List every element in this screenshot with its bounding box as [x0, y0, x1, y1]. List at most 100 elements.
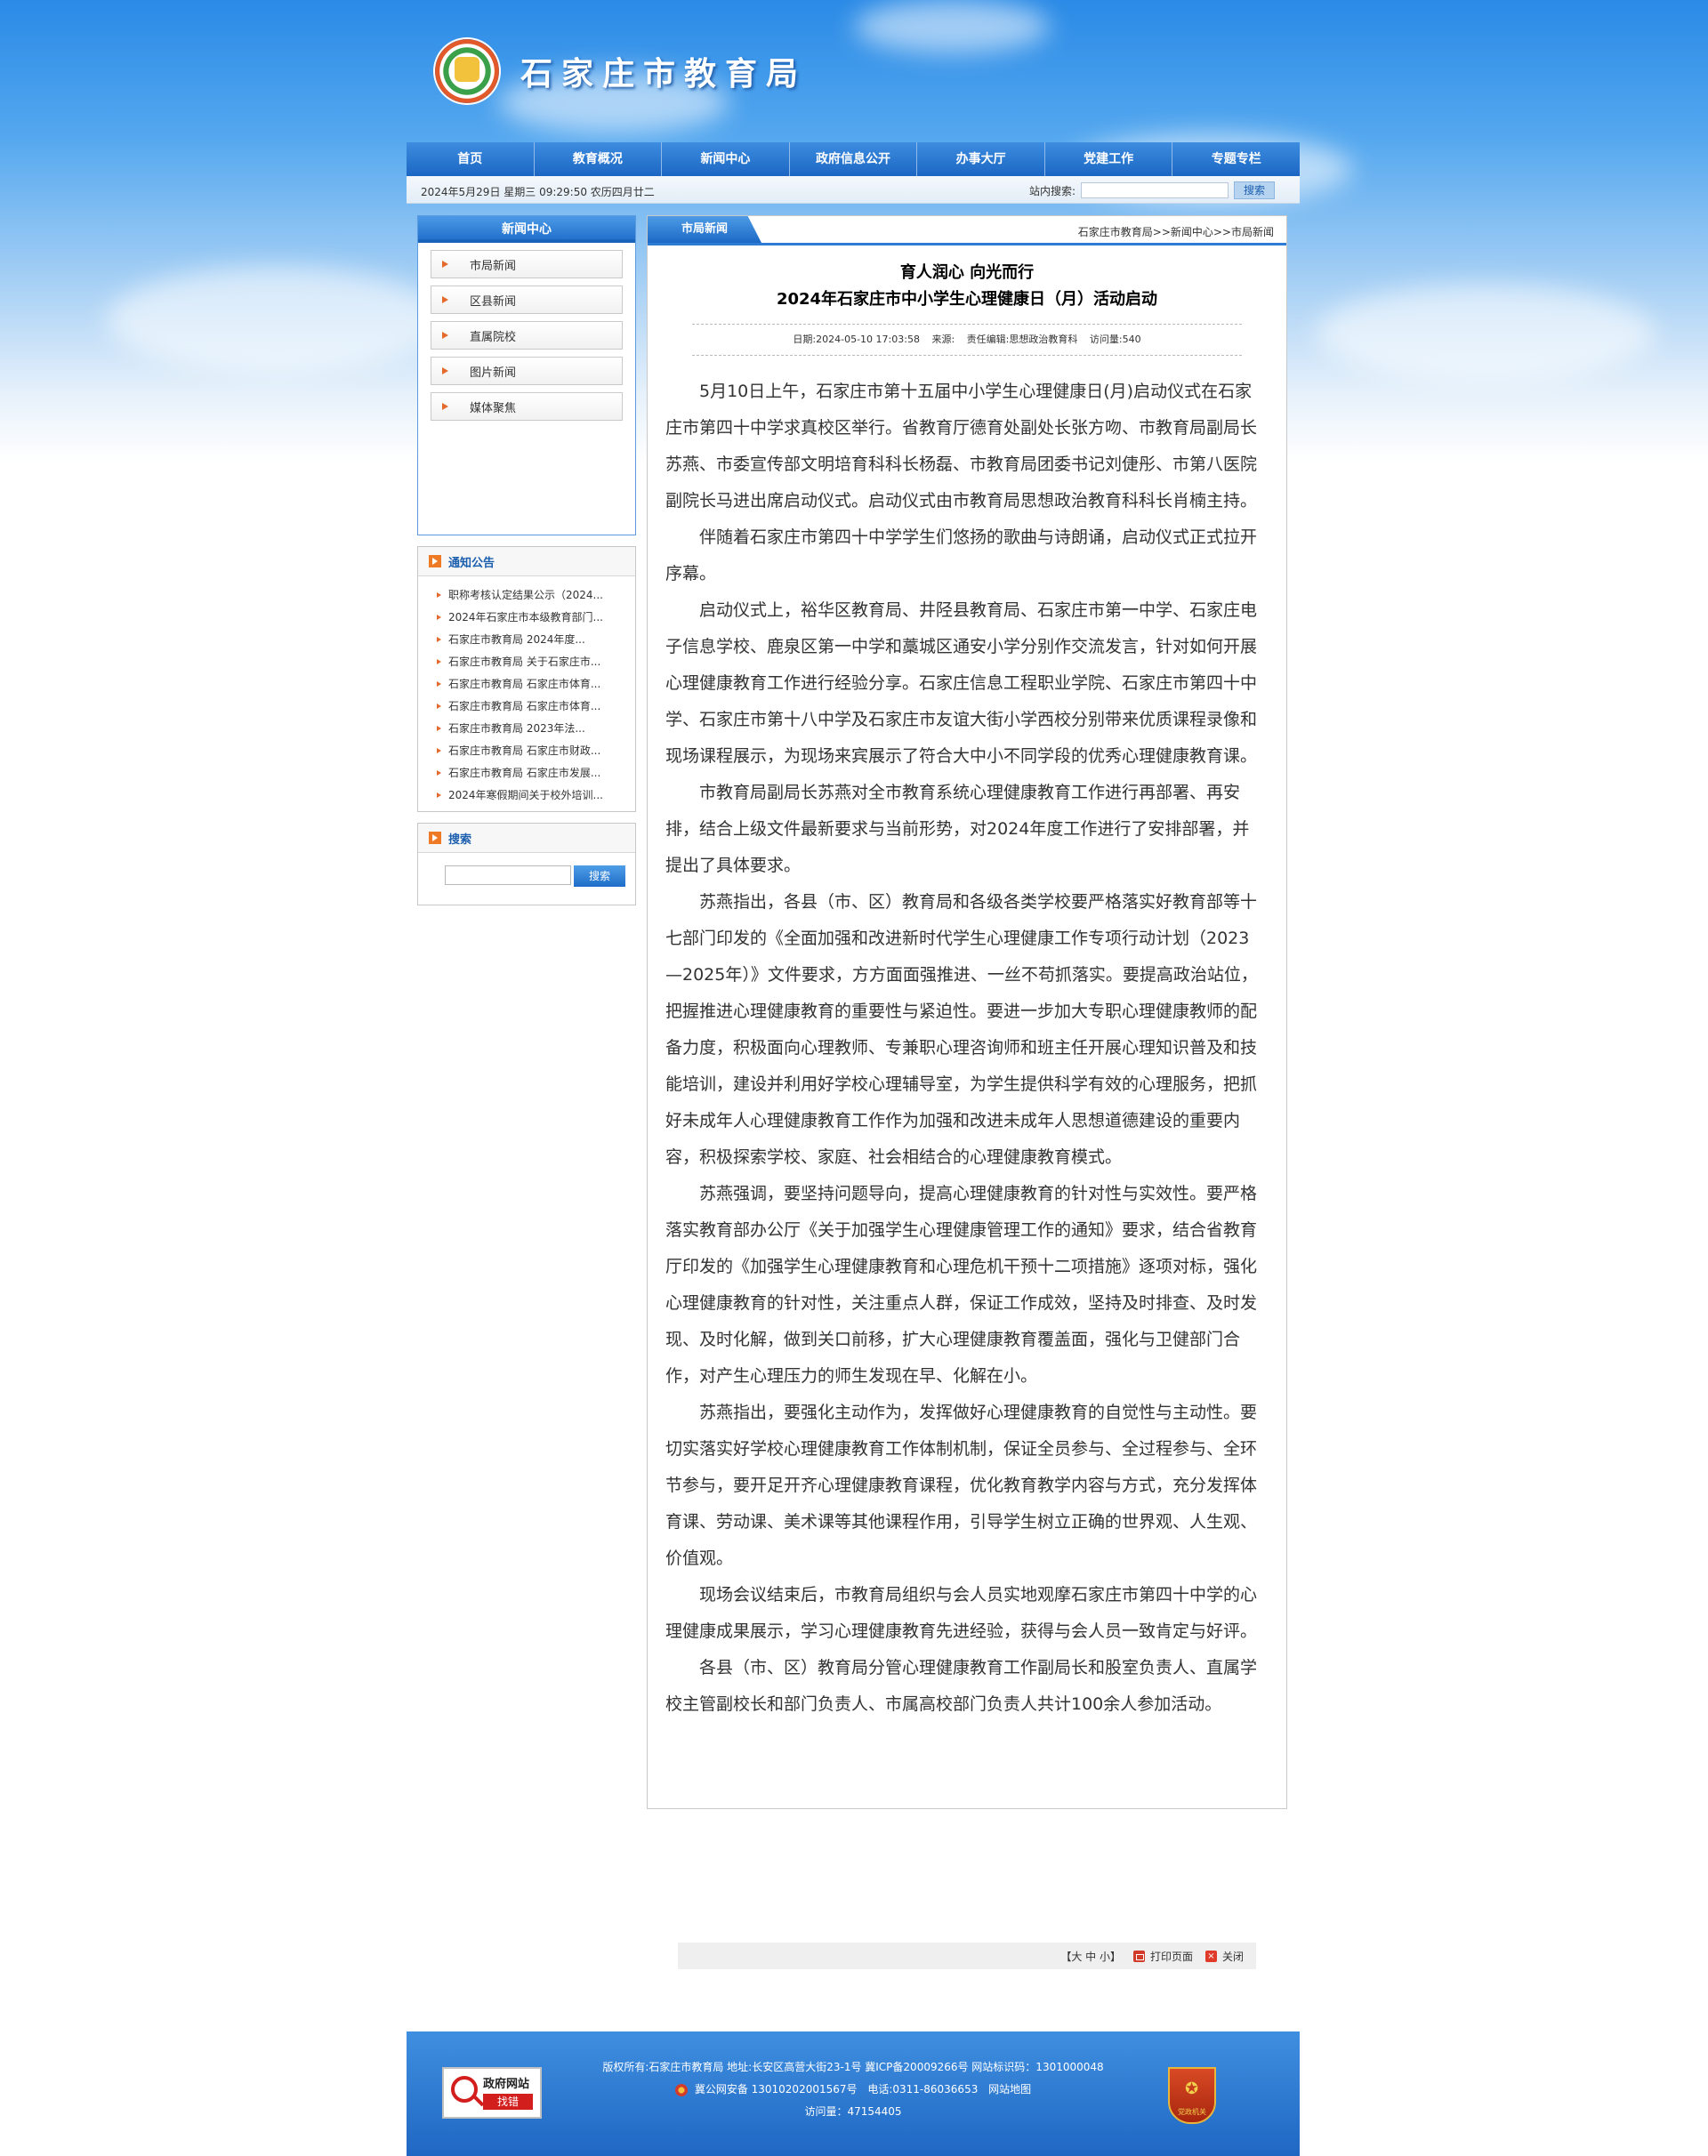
site-search-input[interactable] — [1081, 182, 1229, 198]
list-item[interactable]: 2024年石家庄市本级教育部门... — [418, 606, 635, 628]
notice-text: 石家庄市教育局 2023年法... — [448, 722, 585, 735]
nav-party[interactable]: 党建工作 — [1045, 142, 1173, 176]
article-paragraph: 苏燕指出，要强化主动作为，发挥做好心理健康教育的自觉性与主动性。要切实落实好学校… — [665, 1403, 1258, 1568]
site-name: 石家庄市教育局 — [520, 55, 808, 93]
list-item[interactable]: 石家庄市教育局 石家庄市体育... — [418, 695, 635, 717]
article-source: 来源: — [931, 334, 955, 345]
nav-news[interactable]: 新闻中心 — [662, 142, 790, 176]
bullet-icon — [437, 725, 441, 731]
footer-visits: 访问量：47154405 — [804, 2105, 902, 2118]
arrow-right-icon — [442, 261, 448, 268]
nav-topics[interactable]: 专题专栏 — [1172, 142, 1300, 176]
notice-text: 2024年寒假期间关于校外培训... — [448, 789, 603, 801]
site-footer: 政府网站 找错 版权所有:石家庄市教育局 地址:长安区高营大街23-1号 冀IC… — [407, 2031, 1300, 2156]
list-item[interactable]: 石家庄市教育局 石家庄市体育... — [418, 672, 635, 695]
notice-text: 石家庄市教育局 石家庄市财政... — [448, 744, 601, 757]
search-title: 搜索 — [448, 833, 472, 847]
article-paragraph: 启动仪式上，裕华区教育局、井陉县教育局、石家庄市第一中学、石家庄电子信息学校、鹿… — [665, 600, 1258, 766]
sidebar-item-photo-news[interactable]: 图片新闻 — [431, 357, 623, 385]
article-toolbar: 【大 中 小】 打印页面 × 关闭 — [678, 1943, 1256, 1969]
info-bar: 2024年5月29日 星期三 09:29:50 农历四月廿二 站内搜索: 搜索 — [407, 176, 1300, 204]
sidebar-item-city-news[interactable]: 市局新闻 — [431, 250, 623, 278]
tab-city-news[interactable]: 市局新闻 — [648, 216, 761, 243]
close-icon: × — [1204, 1950, 1217, 1962]
site-search-label: 站内搜索: — [1028, 184, 1076, 197]
site-search: 站内搜索: 搜索 — [1029, 181, 1275, 199]
list-item[interactable]: 石家庄市教育局 2023年法... — [418, 717, 635, 739]
nav-services[interactable]: 办事大厅 — [917, 142, 1045, 176]
party-badge-text: 党政机关 — [1178, 2108, 1206, 2116]
article-editor: 责任编辑:思想政治教育科 — [966, 334, 1078, 345]
footer-phone: 电话:0311-86036653 — [867, 2083, 979, 2096]
divider — [692, 355, 1242, 356]
close-label: 关闭 — [1221, 1950, 1244, 1963]
nav-gov-info[interactable]: 政府信息公开 — [790, 142, 918, 176]
bullet-icon — [437, 747, 441, 753]
sidebar-item-label: 图片新闻 — [470, 366, 517, 380]
main-nav: 首页 教育概况 新闻中心 政府信息公开 办事大厅 党建工作 专题专栏 — [407, 142, 1300, 176]
news-center-title: 新闻中心 — [418, 216, 635, 243]
site-search-button[interactable]: 搜索 — [1234, 181, 1275, 199]
left-sidebar: 新闻中心 市局新闻 区县新闻 直属院校 图片新闻 媒体聚焦 通知公告 职称考核认… — [417, 215, 636, 905]
search-header: 搜索 — [418, 824, 635, 853]
article-title-line1: 育人润心 向光而行 — [899, 263, 1035, 282]
sidebar-item-label: 媒体聚焦 — [470, 401, 517, 415]
arrow-right-icon — [442, 367, 448, 374]
article-header: 市局新闻 石家庄市教育局>>新闻中心>>市局新闻 — [648, 216, 1286, 245]
list-item[interactable]: 石家庄市教育局 关于石家庄市... — [418, 650, 635, 672]
nav-overview[interactable]: 教育概况 — [535, 142, 663, 176]
article-paragraph: 市教育局副局长苏燕对全市教育系统心理健康教育工作进行再部署、再安排，结合上级文件… — [665, 783, 1250, 875]
list-item[interactable]: 石家庄市教育局 2024年度... — [418, 628, 635, 650]
site-logo[interactable] — [435, 39, 499, 103]
sidebar-item-media[interactable]: 媒体聚焦 — [431, 392, 623, 421]
arrow-box-icon — [429, 555, 441, 567]
sidebar-item-label: 区县新闻 — [470, 294, 517, 309]
list-item[interactable]: 石家庄市教育局 石家庄市财政... — [418, 739, 635, 761]
bullet-icon — [437, 614, 441, 620]
close-button[interactable]: × 关闭 — [1204, 1949, 1244, 1964]
sidebar-item-district-news[interactable]: 区县新闻 — [431, 286, 623, 314]
footer-police[interactable]: 冀公网安备 13010202001567号 — [695, 2083, 858, 2096]
arrow-right-icon — [442, 332, 448, 339]
article-title: 育人润心 向光而行 2024年石家庄市中小学生心理健康日（月）活动启动 — [648, 260, 1286, 313]
list-item[interactable]: 2024年寒假期间关于校外培训... — [418, 784, 635, 806]
nav-home[interactable]: 首页 — [407, 142, 535, 176]
print-label: 打印页面 — [1149, 1950, 1193, 1963]
article-views: 访问量:540 — [1089, 334, 1141, 345]
arrow-box-icon — [429, 832, 441, 844]
notice-box: 通知公告 职称考核认定结果公示（2024... 2024年石家庄市本级教育部门.… — [417, 546, 636, 812]
notice-text: 2024年石家庄市本级教育部门... — [448, 611, 603, 623]
article-paragraph: 各县（市、区）教育局分管心理健康教育工作副局长和股室负责人、直属学校主管副校长和… — [665, 1658, 1258, 1714]
breadcrumb[interactable]: 石家庄市教育局>>新闻中心>>市局新闻 — [1078, 224, 1274, 239]
bullet-icon — [437, 680, 441, 687]
current-date: 2024年5月29日 星期三 09:29:50 农历四月廿二 — [421, 186, 655, 198]
bullet-icon — [437, 703, 441, 709]
notice-text: 石家庄市教育局 石家庄市体育... — [448, 700, 601, 712]
notice-text: 石家庄市教育局 石家庄市体育... — [448, 678, 601, 690]
bullet-icon — [437, 769, 441, 776]
notice-list: 职称考核认定结果公示（2024... 2024年石家庄市本级教育部门... 石家… — [418, 576, 635, 811]
article-panel: 市局新闻 石家庄市教育局>>新闻中心>>市局新闻 育人润心 向光而行 2024年… — [647, 215, 1287, 1969]
list-item[interactable]: 职称考核认定结果公示（2024... — [418, 583, 635, 606]
party-gov-badge[interactable]: ✪ 党政机关 — [1168, 2067, 1216, 2124]
list-item[interactable]: 石家庄市教育局 石家庄市发展... — [418, 761, 635, 784]
notice-text: 职称考核认定结果公示（2024... — [448, 589, 603, 601]
font-size-switch[interactable]: 【大 中 小】 — [1060, 1949, 1121, 1964]
arrow-right-icon — [442, 403, 448, 410]
sidebar-search-button[interactable]: 搜索 — [574, 865, 625, 887]
sidebar-search-input[interactable] — [445, 865, 571, 885]
arrow-right-icon — [442, 296, 448, 303]
article-paragraph: 伴随着石家庄市第四十中学学生们悠扬的歌曲与诗朗诵，启动仪式正式拉开序幕。 — [665, 527, 1258, 583]
sidebar-item-schools[interactable]: 直属院校 — [431, 321, 623, 350]
sidebar-item-label: 直属院校 — [470, 330, 517, 344]
footer-sitemap[interactable]: 网站地图 — [988, 2083, 1031, 2096]
notice-text: 石家庄市教育局 石家庄市发展... — [448, 767, 601, 779]
print-button[interactable]: 打印页面 — [1132, 1949, 1193, 1964]
article-meta: 日期:2024-05-10 17:03:58 来源: 责任编辑:思想政治教育科 … — [648, 332, 1286, 346]
divider — [692, 324, 1242, 325]
site-header: 石家庄市教育局 — [407, 0, 1300, 142]
police-emblem-icon — [674, 2083, 688, 2096]
article-date: 日期:2024-05-10 17:03:58 — [793, 334, 920, 345]
notice-title: 通知公告 — [448, 556, 495, 570]
notice-text: 石家庄市教育局 2024年度... — [448, 633, 585, 646]
